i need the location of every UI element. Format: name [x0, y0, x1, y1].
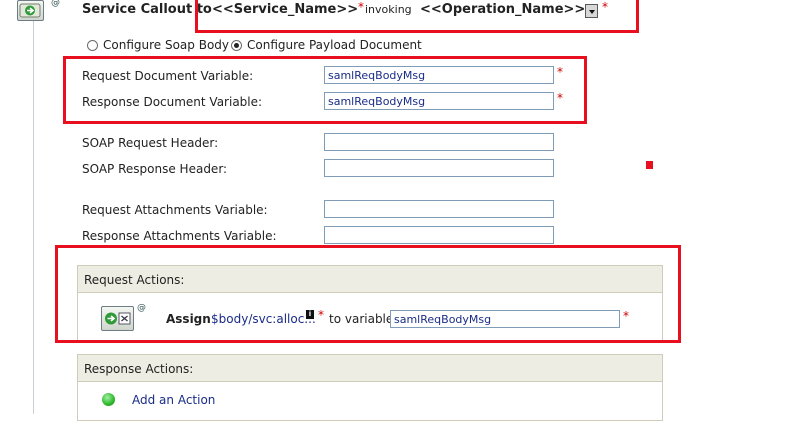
- request-actions-highlight: [55, 245, 681, 343]
- annotation-at-mark: @: [51, 0, 60, 8]
- request-attachments-variable-label: Request Attachments Variable:: [82, 203, 268, 217]
- soap-response-header-input[interactable]: [324, 159, 554, 177]
- soap-response-header-label: SOAP Response Header:: [82, 162, 228, 176]
- add-action-link[interactable]: Add an Action: [132, 393, 215, 407]
- response-document-variable-label: Response Document Variable:: [82, 95, 263, 109]
- response-attachments-variable-label: Response Attachments Variable:: [82, 229, 277, 243]
- service-name-link[interactable]: <<Service_Name>>: [212, 2, 358, 17]
- operation-required-mark: *: [602, 0, 608, 14]
- operation-name-link[interactable]: <<Operation_Name>>: [420, 2, 585, 17]
- request-attachments-variable-input[interactable]: [324, 200, 554, 218]
- service-required-mark: *: [358, 0, 364, 14]
- response-actions-header: Response Actions:: [77, 354, 663, 382]
- response-actions-label: Response Actions:: [84, 362, 194, 376]
- configure-soap-body-label: Configure Soap Body: [103, 38, 230, 52]
- operation-dropdown-button[interactable]: [585, 4, 598, 18]
- service-callout-title: Service Callout to: [82, 2, 212, 17]
- request-document-required-mark: *: [557, 65, 563, 79]
- tree-connector-line: [33, 20, 34, 414]
- add-action-icon[interactable]: [102, 393, 115, 406]
- soap-request-header-input[interactable]: [324, 133, 554, 151]
- configure-payload-document-label: Configure Payload Document: [247, 38, 422, 52]
- invoking-label: invoking: [365, 3, 412, 16]
- configure-payload-document-radio[interactable]: [231, 40, 242, 51]
- service-callout-icon[interactable]: [17, 0, 44, 21]
- red-marker: [646, 161, 653, 169]
- request-document-variable-input[interactable]: samlReqBodyMsg: [324, 66, 554, 84]
- response-document-required-mark: *: [557, 91, 563, 105]
- response-attachments-variable-input[interactable]: [324, 226, 554, 244]
- response-document-variable-input[interactable]: samlReqBodyMsg: [324, 92, 554, 110]
- soap-request-header-label: SOAP Request Header:: [82, 136, 219, 150]
- request-document-variable-label: Request Document Variable:: [82, 69, 254, 83]
- configure-soap-body-radio[interactable]: [87, 40, 98, 51]
